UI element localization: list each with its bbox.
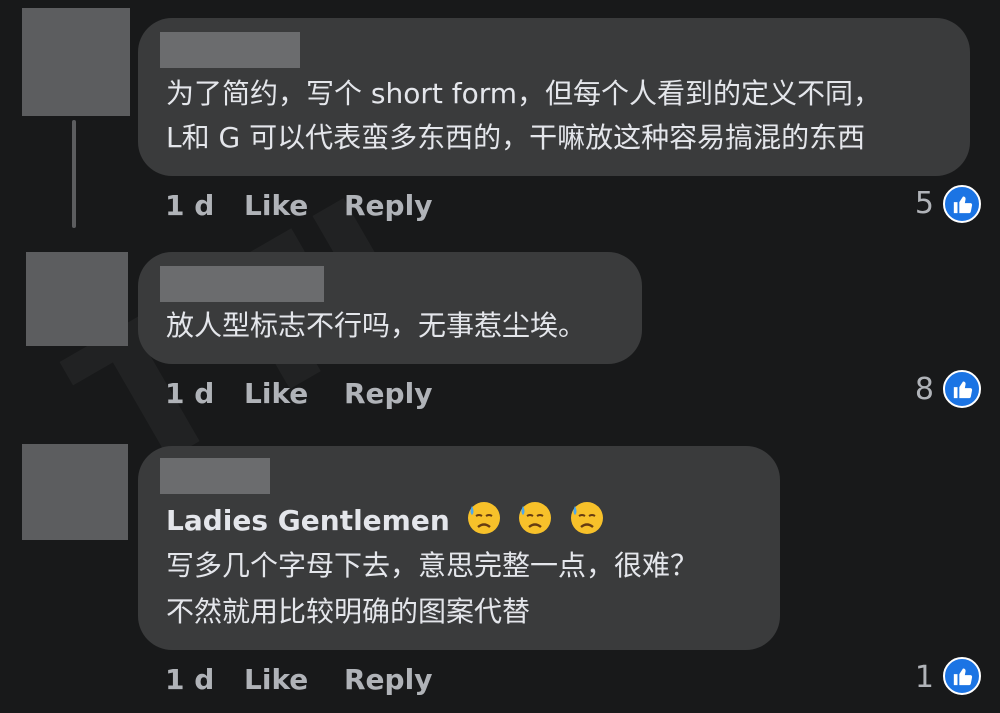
comment-bubble: 为了简约，写个 short form，但每个人看到的定义不同， L和 G 可以代… [138, 18, 970, 176]
comment-title: Ladies Gentlemen [166, 504, 450, 537]
like-button[interactable]: Like [244, 188, 308, 224]
comment-bubble: 放人型标志不行吗，无事惹尘埃。 [138, 252, 642, 364]
avatar[interactable] [22, 444, 128, 540]
comment-text-line: 为了简约，写个 short form，但每个人看到的定义不同， [166, 77, 882, 110]
downcast-face-with-sweat-icon [519, 502, 552, 534]
reaction-count[interactable]: 8 [894, 372, 934, 408]
reaction-count[interactable]: 5 [894, 186, 934, 222]
commenter-name-redacted[interactable] [160, 458, 270, 494]
comment-text-line: 不然就用比较明确的图案代替 [166, 595, 531, 628]
avatar[interactable] [22, 8, 130, 116]
comment-text-line: 写多几个字母下去，意思完整一点，很难？ [166, 549, 699, 582]
comment-title-line: Ladies Gentlemen [166, 500, 605, 541]
commenter-name-redacted[interactable] [160, 266, 324, 302]
commenter-name-redacted[interactable] [160, 32, 300, 68]
like-button[interactable]: Like [244, 376, 308, 412]
comment-timestamp[interactable]: 1 d [165, 662, 214, 698]
comment-timestamp[interactable]: 1 d [165, 188, 214, 224]
comment-bubble: Ladies Gentlemen 写多几个字母下去，意思完整一点，很难？ 不然就… [138, 446, 780, 650]
downcast-face-with-sweat-icon [571, 502, 604, 534]
comment-timestamp[interactable]: 1 d [165, 376, 214, 412]
like-reaction-icon[interactable] [943, 185, 981, 223]
comment-text-line: L和 G 可以代表蛮多东西的，干嘛放这种容易搞混的东西 [166, 121, 866, 154]
reply-button[interactable]: Reply [344, 188, 432, 224]
reply-button[interactable]: Reply [344, 376, 432, 412]
reaction-count[interactable]: 1 [894, 660, 934, 696]
downcast-face-with-sweat-icon [467, 502, 500, 534]
reply-button[interactable]: Reply [344, 662, 432, 698]
avatar[interactable] [26, 252, 128, 346]
like-reaction-icon[interactable] [943, 657, 981, 695]
like-reaction-icon[interactable] [943, 370, 981, 408]
comment-text-line: 放人型标志不行吗，无事惹尘埃。 [166, 309, 587, 342]
thread-line [72, 120, 76, 228]
like-button[interactable]: Like [244, 662, 308, 698]
